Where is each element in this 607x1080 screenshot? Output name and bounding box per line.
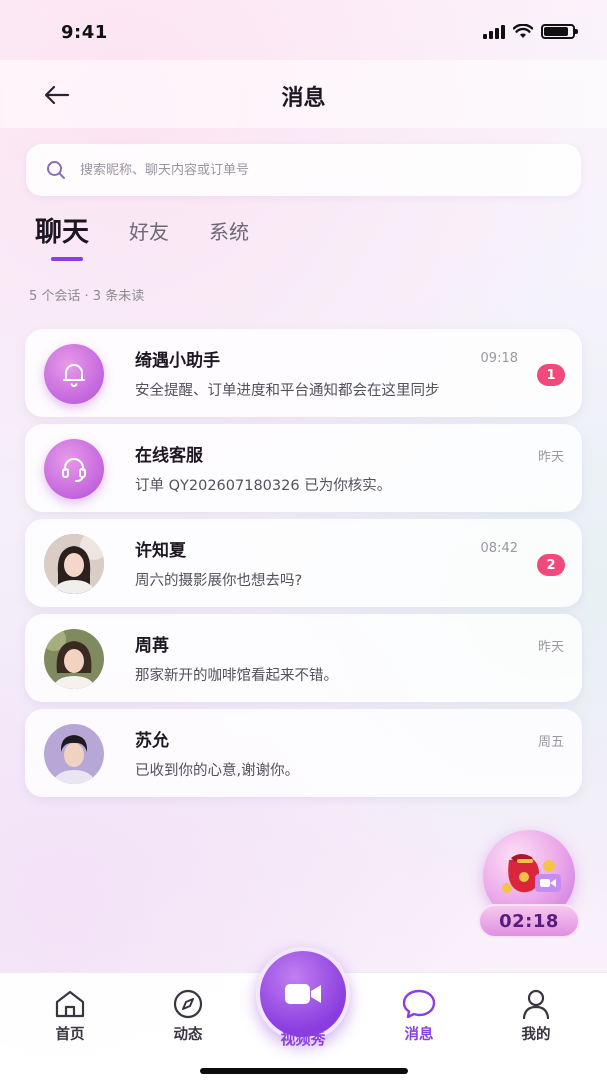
tab-chat[interactable]: 聊天 bbox=[35, 210, 89, 261]
bell-icon bbox=[63, 364, 85, 387]
conversation-item[interactable]: 在线客服 订单 QY202607180326 已为你核实。 昨天 bbox=[25, 424, 582, 512]
tab-system[interactable]: 系统 bbox=[209, 216, 249, 259]
tab-active-indicator bbox=[51, 257, 83, 261]
conversation-time: 08:42 bbox=[480, 541, 518, 556]
search-input[interactable] bbox=[80, 162, 520, 178]
unread-badge: 2 bbox=[537, 554, 565, 576]
floating-gift-widget[interactable]: 02:18 bbox=[478, 830, 580, 942]
conversation-name: 绮遇小助手 bbox=[135, 351, 220, 371]
user-avatar bbox=[44, 534, 104, 594]
conversation-name: 许知夏 bbox=[135, 541, 186, 561]
conversation-item[interactable]: 周苒 那家新开的咖啡馆看起来不错。 昨天 bbox=[25, 614, 582, 702]
user-avatar bbox=[44, 629, 104, 689]
user-photo-icon bbox=[44, 629, 104, 689]
status-bar: 9:41 bbox=[0, 0, 607, 64]
home-indicator bbox=[200, 1068, 408, 1074]
header: 消息 bbox=[0, 60, 607, 128]
video-camera-icon bbox=[285, 984, 321, 1004]
message-tabs: 聊天 好友 系统 bbox=[35, 210, 289, 261]
conversation-time: 昨天 bbox=[537, 450, 564, 465]
nav-label: 消息 bbox=[404, 1027, 434, 1043]
conversation-time: 09:18 bbox=[480, 351, 518, 366]
conversation-preview: 周六的摄影展你也想去吗? bbox=[135, 573, 303, 589]
compass-icon bbox=[173, 989, 203, 1019]
conversation-name: 周苒 bbox=[135, 636, 169, 656]
conversation-item[interactable]: 许知夏 周六的摄影展你也想去吗? 08:42 2 bbox=[25, 519, 582, 607]
conversation-preview: 那家新开的咖啡馆看起来不错。 bbox=[135, 668, 338, 684]
nav-messages[interactable]: 消息 bbox=[374, 987, 464, 1044]
nav-home[interactable]: 首页 bbox=[25, 987, 115, 1044]
conversation-summary: 5 个会话 · 3 条未读 bbox=[29, 289, 145, 304]
user-photo-icon bbox=[44, 724, 104, 784]
status-icons bbox=[483, 24, 578, 39]
headset-icon bbox=[62, 458, 86, 482]
conversation-preview: 已收到你的心意,谢谢你。 bbox=[135, 763, 300, 779]
video-show-label: 视频秀 bbox=[280, 1030, 326, 1048]
user-photo-icon bbox=[44, 534, 104, 594]
conversation-list: 绮遇小助手 安全提醒、订单进度和平台通知都会在这里同步 09:18 1 在线客服… bbox=[25, 329, 582, 804]
nav-label: 我的 bbox=[521, 1027, 551, 1043]
home-icon bbox=[55, 990, 85, 1018]
conversation-preview: 安全提醒、订单进度和平台通知都会在这里同步 bbox=[135, 383, 440, 399]
conversation-preview: 订单 QY202607180326 已为你核实。 bbox=[135, 478, 392, 494]
tab-friends[interactable]: 好友 bbox=[129, 216, 169, 259]
assistant-avatar bbox=[44, 344, 104, 404]
user-avatar bbox=[44, 724, 104, 784]
conversation-name: 苏允 bbox=[135, 731, 169, 751]
chat-bubble-icon bbox=[402, 989, 436, 1019]
nav-profile[interactable]: 我的 bbox=[491, 987, 581, 1044]
search-icon bbox=[47, 161, 65, 179]
nav-discover[interactable]: 动态 bbox=[143, 987, 233, 1044]
nav-label: 首页 bbox=[55, 1027, 85, 1043]
tab-label: 聊天 bbox=[35, 217, 89, 248]
conversation-item[interactable]: 绮遇小助手 安全提醒、订单进度和平台通知都会在这里同步 09:18 1 bbox=[25, 329, 582, 417]
video-show-button[interactable] bbox=[256, 947, 350, 1041]
nav-label: 动态 bbox=[173, 1027, 203, 1043]
conversation-time: 昨天 bbox=[537, 640, 564, 655]
wifi-icon bbox=[513, 24, 533, 38]
conversation-item[interactable]: 苏允 已收到你的心意,谢谢你。 周五 bbox=[25, 709, 582, 797]
tab-label: 系统 bbox=[209, 220, 249, 244]
status-time: 9:41 bbox=[61, 22, 108, 43]
gift-countdown: 02:18 bbox=[478, 904, 580, 938]
signal-icon bbox=[483, 24, 505, 39]
tab-label: 好友 bbox=[129, 220, 169, 244]
conversation-time: 周五 bbox=[537, 735, 564, 750]
unread-badge: 1 bbox=[537, 364, 565, 386]
gift-bag-icon bbox=[502, 854, 561, 893]
bottom-nav: 首页 动态 视频秀 消息 我的 bbox=[0, 947, 607, 1080]
page-title: 消息 bbox=[281, 86, 326, 111]
support-avatar bbox=[44, 439, 104, 499]
battery-icon bbox=[541, 24, 578, 39]
person-icon bbox=[522, 989, 550, 1020]
conversation-name: 在线客服 bbox=[135, 446, 203, 466]
search-bar[interactable] bbox=[26, 144, 581, 196]
